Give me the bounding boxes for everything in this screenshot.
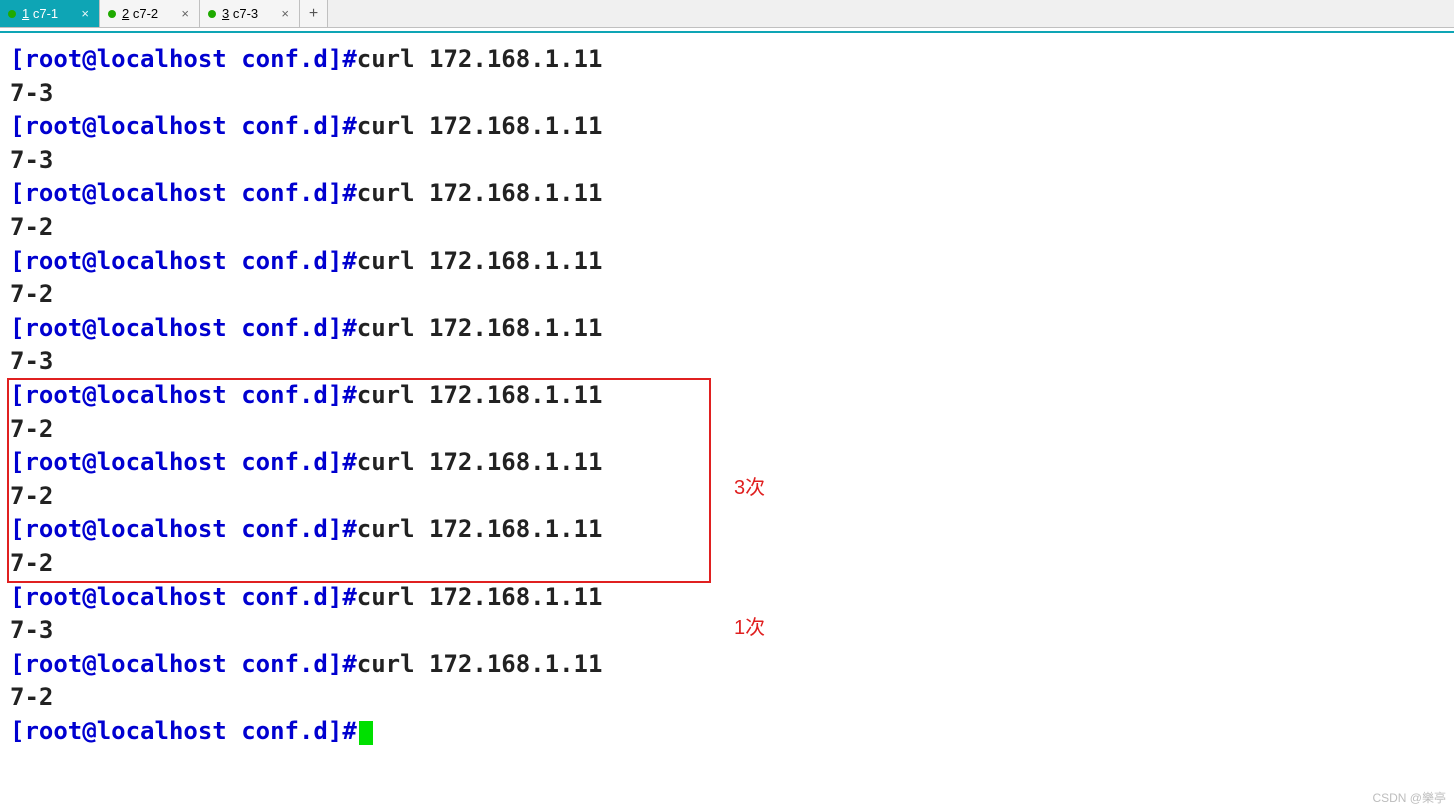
- output-text: 7-2: [10, 415, 53, 443]
- command-text: curl 172.168.1.11: [357, 381, 603, 409]
- command-text: curl 172.168.1.11: [357, 314, 603, 342]
- prompt: [root@localhost conf.d]#: [10, 112, 357, 140]
- tab-c7-1[interactable]: 1 c7-1 ×: [0, 0, 100, 27]
- status-dot-icon: [108, 10, 116, 18]
- tab-c7-3[interactable]: 3 c7-3 ×: [200, 0, 300, 27]
- prompt: [root@localhost conf.d]#: [10, 717, 357, 745]
- terminal-line: 7-2: [10, 211, 1444, 245]
- prompt: [root@localhost conf.d]#: [10, 448, 357, 476]
- prompt: [root@localhost conf.d]#: [10, 179, 357, 207]
- output-text: 7-3: [10, 79, 53, 107]
- terminal-line: 7-2: [10, 278, 1444, 312]
- command-text: curl 172.168.1.11: [357, 247, 603, 275]
- terminal-output[interactable]: 3次 1次 [root@localhost conf.d]#curl 172.1…: [0, 37, 1454, 748]
- tab-label: 3 c7-3: [222, 6, 273, 21]
- terminal-line: 7-2: [10, 547, 1444, 581]
- output-text: 7-3: [10, 146, 53, 174]
- command-text: curl 172.168.1.11: [357, 112, 603, 140]
- command-text: curl 172.168.1.11: [357, 515, 603, 543]
- command-text: curl 172.168.1.11: [357, 179, 603, 207]
- prompt: [root@localhost conf.d]#: [10, 515, 357, 543]
- terminal-line: 7-3: [10, 345, 1444, 379]
- output-text: 7-2: [10, 549, 53, 577]
- terminal-line: [root@localhost conf.d]#curl 172.168.1.1…: [10, 446, 1444, 480]
- terminal-line: [root@localhost conf.d]#: [10, 715, 1444, 749]
- tab-label: 1 c7-1: [22, 6, 73, 21]
- close-icon[interactable]: ×: [179, 6, 191, 21]
- prompt: [root@localhost conf.d]#: [10, 583, 357, 611]
- annotation-3x: 3次: [734, 474, 765, 502]
- output-text: 7-2: [10, 482, 53, 510]
- close-icon[interactable]: ×: [279, 6, 291, 21]
- prompt: [root@localhost conf.d]#: [10, 247, 357, 275]
- status-dot-icon: [208, 10, 216, 18]
- command-text: curl 172.168.1.11: [357, 45, 603, 73]
- prompt: [root@localhost conf.d]#: [10, 650, 357, 678]
- tab-underline: [0, 31, 1454, 33]
- terminal-line: 7-3: [10, 144, 1444, 178]
- terminal-line: [root@localhost conf.d]#curl 172.168.1.1…: [10, 379, 1444, 413]
- command-text: curl 172.168.1.11: [357, 448, 603, 476]
- tab-c7-2[interactable]: 2 c7-2 ×: [100, 0, 200, 27]
- terminal-line: [root@localhost conf.d]#curl 172.168.1.1…: [10, 581, 1444, 615]
- cursor-icon: [359, 721, 373, 745]
- tab-label: 2 c7-2: [122, 6, 173, 21]
- terminal-line: 7-2: [10, 681, 1444, 715]
- terminal-line: [root@localhost conf.d]#curl 172.168.1.1…: [10, 43, 1444, 77]
- tab-bar: 1 c7-1 × 2 c7-2 × 3 c7-3 × +: [0, 0, 1454, 28]
- prompt: [root@localhost conf.d]#: [10, 45, 357, 73]
- output-text: 7-2: [10, 213, 53, 241]
- close-icon[interactable]: ×: [79, 6, 91, 21]
- terminal-line: [root@localhost conf.d]#curl 172.168.1.1…: [10, 110, 1444, 144]
- prompt: [root@localhost conf.d]#: [10, 314, 357, 342]
- terminal-line: 7-2: [10, 480, 1444, 514]
- output-text: 7-3: [10, 347, 53, 375]
- output-text: 7-2: [10, 683, 53, 711]
- terminal-line: [root@localhost conf.d]#curl 172.168.1.1…: [10, 245, 1444, 279]
- terminal-line: 7-3: [10, 77, 1444, 111]
- terminal-line: 7-2: [10, 413, 1444, 447]
- terminal-line: [root@localhost conf.d]#curl 172.168.1.1…: [10, 177, 1444, 211]
- output-text: 7-2: [10, 280, 53, 308]
- terminal-line: [root@localhost conf.d]#curl 172.168.1.1…: [10, 513, 1444, 547]
- command-text: curl 172.168.1.11: [357, 650, 603, 678]
- output-text: 7-3: [10, 616, 53, 644]
- add-tab-button[interactable]: +: [300, 0, 328, 27]
- terminal-line: [root@localhost conf.d]#curl 172.168.1.1…: [10, 312, 1444, 346]
- status-dot-icon: [8, 10, 16, 18]
- watermark: CSDN @樂亭: [1372, 789, 1446, 806]
- command-text: curl 172.168.1.11: [357, 583, 603, 611]
- terminal-line: 7-3: [10, 614, 1444, 648]
- annotation-1x: 1次: [734, 614, 765, 642]
- terminal-line: [root@localhost conf.d]#curl 172.168.1.1…: [10, 648, 1444, 682]
- prompt: [root@localhost conf.d]#: [10, 381, 357, 409]
